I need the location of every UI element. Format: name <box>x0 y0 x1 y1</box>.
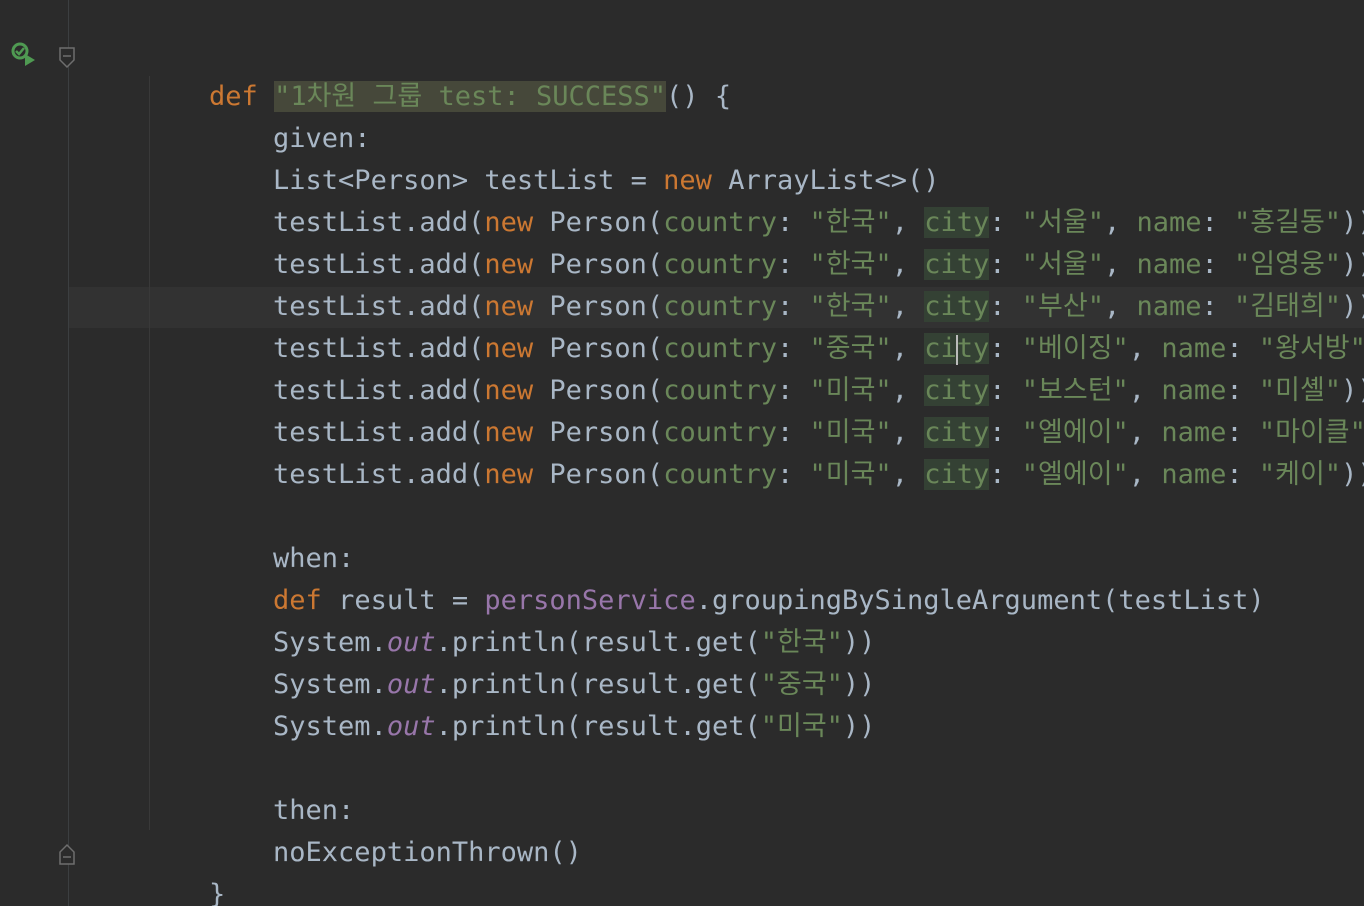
closing-brace: } <box>209 879 226 906</box>
code-text: () { <box>666 81 732 112</box>
code-text: )) <box>1341 459 1364 490</box>
gutter-divider <box>68 0 69 906</box>
code-line-add[interactable]: testList.add(new Person(country: "미국", c… <box>208 328 1364 406</box>
code-line-add[interactable]: testList.add(new Person(country: "미국", c… <box>208 412 1364 490</box>
string-country: "미국" <box>809 459 892 490</box>
fold-start-icon[interactable] <box>59 45 75 69</box>
code-text: Person( <box>533 459 664 490</box>
string-city: "엘에이" <box>1021 459 1129 490</box>
keyword-new: new <box>484 459 534 490</box>
code-line-when[interactable]: when: <box>208 496 354 574</box>
param-hint-city: city <box>924 459 990 490</box>
fold-end-icon[interactable] <box>59 841 75 865</box>
code-line-result[interactable]: def result = personService.groupingBySin… <box>208 538 1265 616</box>
code-line-print[interactable]: System.out.println(result.get("중국")) <box>208 622 875 700</box>
code-line-add[interactable]: testList.add(new Person(country: "미국", c… <box>208 370 1364 448</box>
code-text: .println(result.get( <box>435 711 761 742</box>
gutter <box>0 0 68 906</box>
static-field-out: out <box>386 711 436 742</box>
code-text: : <box>1226 459 1259 490</box>
code-text: : <box>989 459 1022 490</box>
code-line-no-exception[interactable]: noExceptionThrown() <box>208 790 582 868</box>
code-line-def[interactable]: def "1차원 그룹 test: SUCCESS"() { <box>144 34 731 112</box>
string-name: "케이" <box>1258 459 1342 490</box>
run-test-passed-icon[interactable] <box>10 41 36 74</box>
param-hint-name: name <box>1161 459 1227 490</box>
code-text: , <box>1128 459 1162 490</box>
code-text: , <box>891 459 925 490</box>
param-hint-country: country <box>663 459 777 490</box>
code-line-closing-brace[interactable]: } <box>144 832 225 906</box>
code-line-add[interactable]: testList.add(new Person(country: "한국", c… <box>208 202 1364 280</box>
code-line-add[interactable]: testList.add(new Person(country: "한국", c… <box>208 244 1364 322</box>
code-editor[interactable]: def "1차원 그룹 test: SUCCESS"() { given: Li… <box>0 0 1364 906</box>
string-key: "미국" <box>760 711 843 742</box>
code-line-add-current[interactable]: testList.add(new Person(country: "중국", c… <box>208 286 1364 365</box>
code-text: : <box>776 459 810 490</box>
code-line-list-decl[interactable]: List<Person> testList = new ArrayList<>(… <box>208 118 940 196</box>
code-line-then[interactable]: then: <box>208 748 354 826</box>
code-text: )) <box>842 711 876 742</box>
code-text: System. <box>273 711 387 742</box>
code-text: noExceptionThrown() <box>273 837 582 868</box>
code-line-print[interactable]: System.out.println(result.get("미국")) <box>208 664 875 742</box>
code-line-print[interactable]: System.out.println(result.get("한국")) <box>208 580 875 658</box>
code-text: testList.add( <box>273 459 485 490</box>
code-line-add[interactable]: testList.add(new Person(country: "한국", c… <box>208 160 1364 238</box>
indent-guide <box>149 76 150 830</box>
code-line-given[interactable]: given: <box>208 76 371 154</box>
